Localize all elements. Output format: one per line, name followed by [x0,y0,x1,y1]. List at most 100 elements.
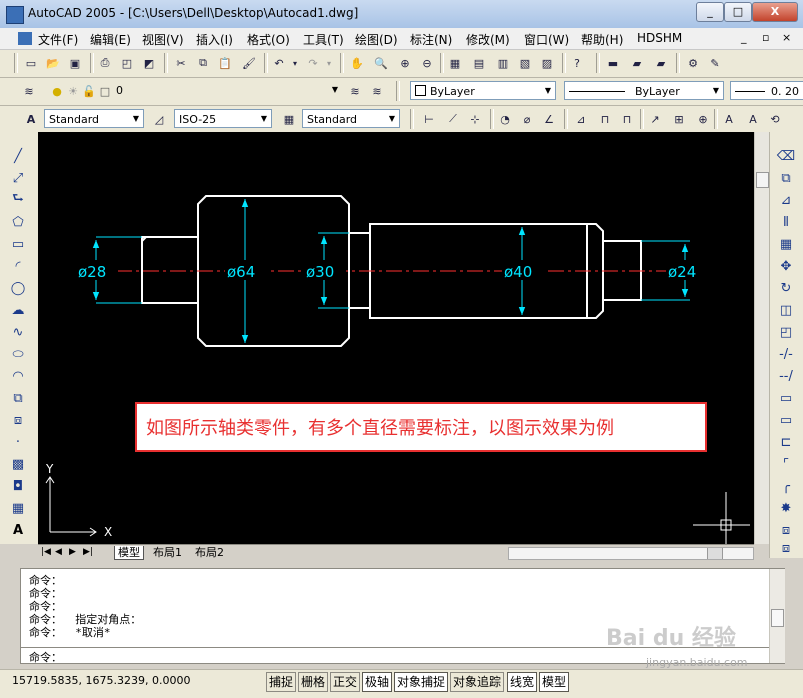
hatch-icon[interactable]: ▩ [8,454,28,474]
hdshm-tool-2-icon[interactable]: ▰ [628,54,646,72]
polygon-icon[interactable]: ⬠ [8,212,28,232]
chevron-down-icon[interactable]: ▼ [385,110,399,127]
join-icon[interactable]: ⊏ [776,432,796,452]
zoom-realtime-icon[interactable]: 🔍 [372,54,390,72]
command-prompt[interactable]: 命令： [29,649,62,665]
make-object-layer-current-icon[interactable]: ≋ [346,82,364,100]
paste-icon[interactable]: 📋 [216,54,234,72]
menu-view[interactable]: 视图(V) [142,31,184,48]
arc-icon[interactable]: ◜ [8,256,28,276]
break-at-point-icon[interactable]: ▭ [776,388,796,408]
h-scroll-thumb[interactable] [707,548,723,559]
diameter-dimension-icon[interactable]: ⌀ [518,110,536,128]
ellipse-icon[interactable]: ⬭ [8,344,28,364]
chevron-down-icon[interactable]: ▼ [257,110,271,127]
minimize-button[interactable]: _ [696,2,724,22]
copy-icon[interactable]: ⧉ [194,54,212,72]
osnap-toggle[interactable]: 对象捕捉 [394,672,449,692]
ortho-toggle[interactable]: 正交 [330,672,361,692]
table-icon[interactable]: ▦ [8,498,28,518]
polyline-icon[interactable]: ⮑ [8,190,28,210]
open-file-icon[interactable]: 📂 [44,54,62,72]
lineweight-toggle[interactable]: 线宽 [507,672,538,692]
chevron-down-icon[interactable]: ▼ [541,82,555,99]
model-toggle[interactable]: 模型 [539,672,570,692]
copy-object-icon[interactable]: ⧉ [776,168,796,188]
menu-edit[interactable]: 编辑(E) [90,31,131,48]
pan-realtime-icon[interactable]: ✋ [348,54,366,72]
ellipse-arc-icon[interactable]: ◠ [8,366,28,386]
sheet-set-icon[interactable]: ▧ [516,54,534,72]
menu-file[interactable]: 文件(F) [38,31,78,48]
erase-icon[interactable]: ⌫ [776,146,796,166]
text-style-icon[interactable]: A [22,110,40,128]
construction-line-icon[interactable]: ⤢ [8,168,28,188]
chevron-down-icon[interactable]: ▼ [328,81,342,98]
radius-dimension-icon[interactable]: ◔ [496,110,514,128]
canvas-horizontal-scrollbar[interactable] [508,547,754,560]
center-mark-icon[interactable]: ⊕ [694,110,712,128]
markup-icon[interactable]: ▨ [538,54,556,72]
draworder-icon[interactable]: ⧈ [776,520,796,540]
zoom-previous-icon[interactable]: ⊖ [418,54,436,72]
angular-dimension-icon[interactable]: ∠ [540,110,558,128]
prev-tab-arrow-icon[interactable]: ◀ [52,546,65,559]
help-icon[interactable]: ? [568,54,586,72]
draworder-back-icon[interactable]: ⧈ [776,538,796,558]
otrack-toggle[interactable]: 对象追踪 [450,672,505,692]
menu-format[interactable]: 格式(O) [247,31,290,48]
drawing-canvas[interactable]: ø28 ø64 ø30 ø40 ø24 如图所示轴类零件，有多个直径需要标注，以… [38,132,754,544]
continue-dimension-icon[interactable]: ⊓ [618,110,636,128]
cut-icon[interactable]: ✂ [172,54,190,72]
close-button[interactable]: X [752,2,798,22]
region-icon[interactable]: ◘ [8,476,28,496]
undo-icon[interactable]: ↶ [270,54,288,72]
chevron-down-icon[interactable]: ▼ [129,110,143,127]
dimension-update-icon[interactable]: ⟲ [766,110,784,128]
mirror-icon[interactable]: ⊿ [776,190,796,210]
snap-toggle[interactable]: 捕捉 [266,672,297,692]
publish-icon[interactable]: ◩ [140,54,158,72]
move-icon[interactable]: ✥ [776,256,796,276]
array-icon[interactable]: ▦ [776,234,796,254]
line-icon[interactable]: ╱ [8,146,28,166]
menu-insert[interactable]: 插入(I) [196,31,233,48]
tool-palettes-icon[interactable]: ▥ [494,54,512,72]
break-icon[interactable]: ▭ [776,410,796,430]
menu-window[interactable]: 窗口(W) [524,31,569,48]
polar-toggle[interactable]: 极轴 [362,672,393,692]
print-icon[interactable]: ⎙ [96,54,114,72]
scale-icon[interactable]: ◫ [776,300,796,320]
doc-minimize-button[interactable]: _ [741,31,747,44]
text-style-select[interactable]: Standard ▼ [44,109,144,128]
scroll-thumb[interactable] [756,172,769,188]
offset-icon[interactable]: ⫴ [776,212,796,232]
new-file-icon[interactable]: ▭ [22,54,40,72]
tab-layout2[interactable]: 布局2 [192,546,227,559]
last-tab-arrow-icon[interactable]: ▶| [80,546,96,559]
menu-dimension[interactable]: 标注(N) [410,31,452,48]
layer-select[interactable]: 0 ▼ [112,81,342,100]
dim-style-icon[interactable]: ◿ [150,110,168,128]
stretch-icon[interactable]: ◰ [776,322,796,342]
properties-icon[interactable]: ▦ [446,54,464,72]
undo-dropdown-icon[interactable]: ▾ [290,54,300,72]
menu-tools[interactable]: 工具(T) [303,31,344,48]
design-center-icon[interactable]: ▤ [470,54,488,72]
menu-modify[interactable]: 修改(M) [466,31,510,48]
hdshm-tool-4-icon[interactable]: ⚙ [684,54,702,72]
tab-layout1[interactable]: 布局1 [150,546,185,559]
table-style-select[interactable]: Standard ▼ [302,109,400,128]
make-block-icon[interactable]: ⧈ [8,410,28,430]
print-preview-icon[interactable]: ◰ [118,54,136,72]
tab-model[interactable]: 模型 [114,546,144,560]
match-properties-icon[interactable]: 🖌 [240,54,258,72]
document-icon[interactable] [18,32,32,45]
menu-help[interactable]: 帮助(H) [581,31,623,48]
table-style-icon[interactable]: ▦ [280,110,298,128]
redo-icon[interactable]: ↷ [304,54,322,72]
redo-dropdown-icon[interactable]: ▾ [324,54,334,72]
hdshm-tool-3-icon[interactable]: ▰ [652,54,670,72]
color-select[interactable]: ByLayer ▼ [410,81,556,100]
linetype-select[interactable]: ByLayer ▼ [564,81,724,100]
